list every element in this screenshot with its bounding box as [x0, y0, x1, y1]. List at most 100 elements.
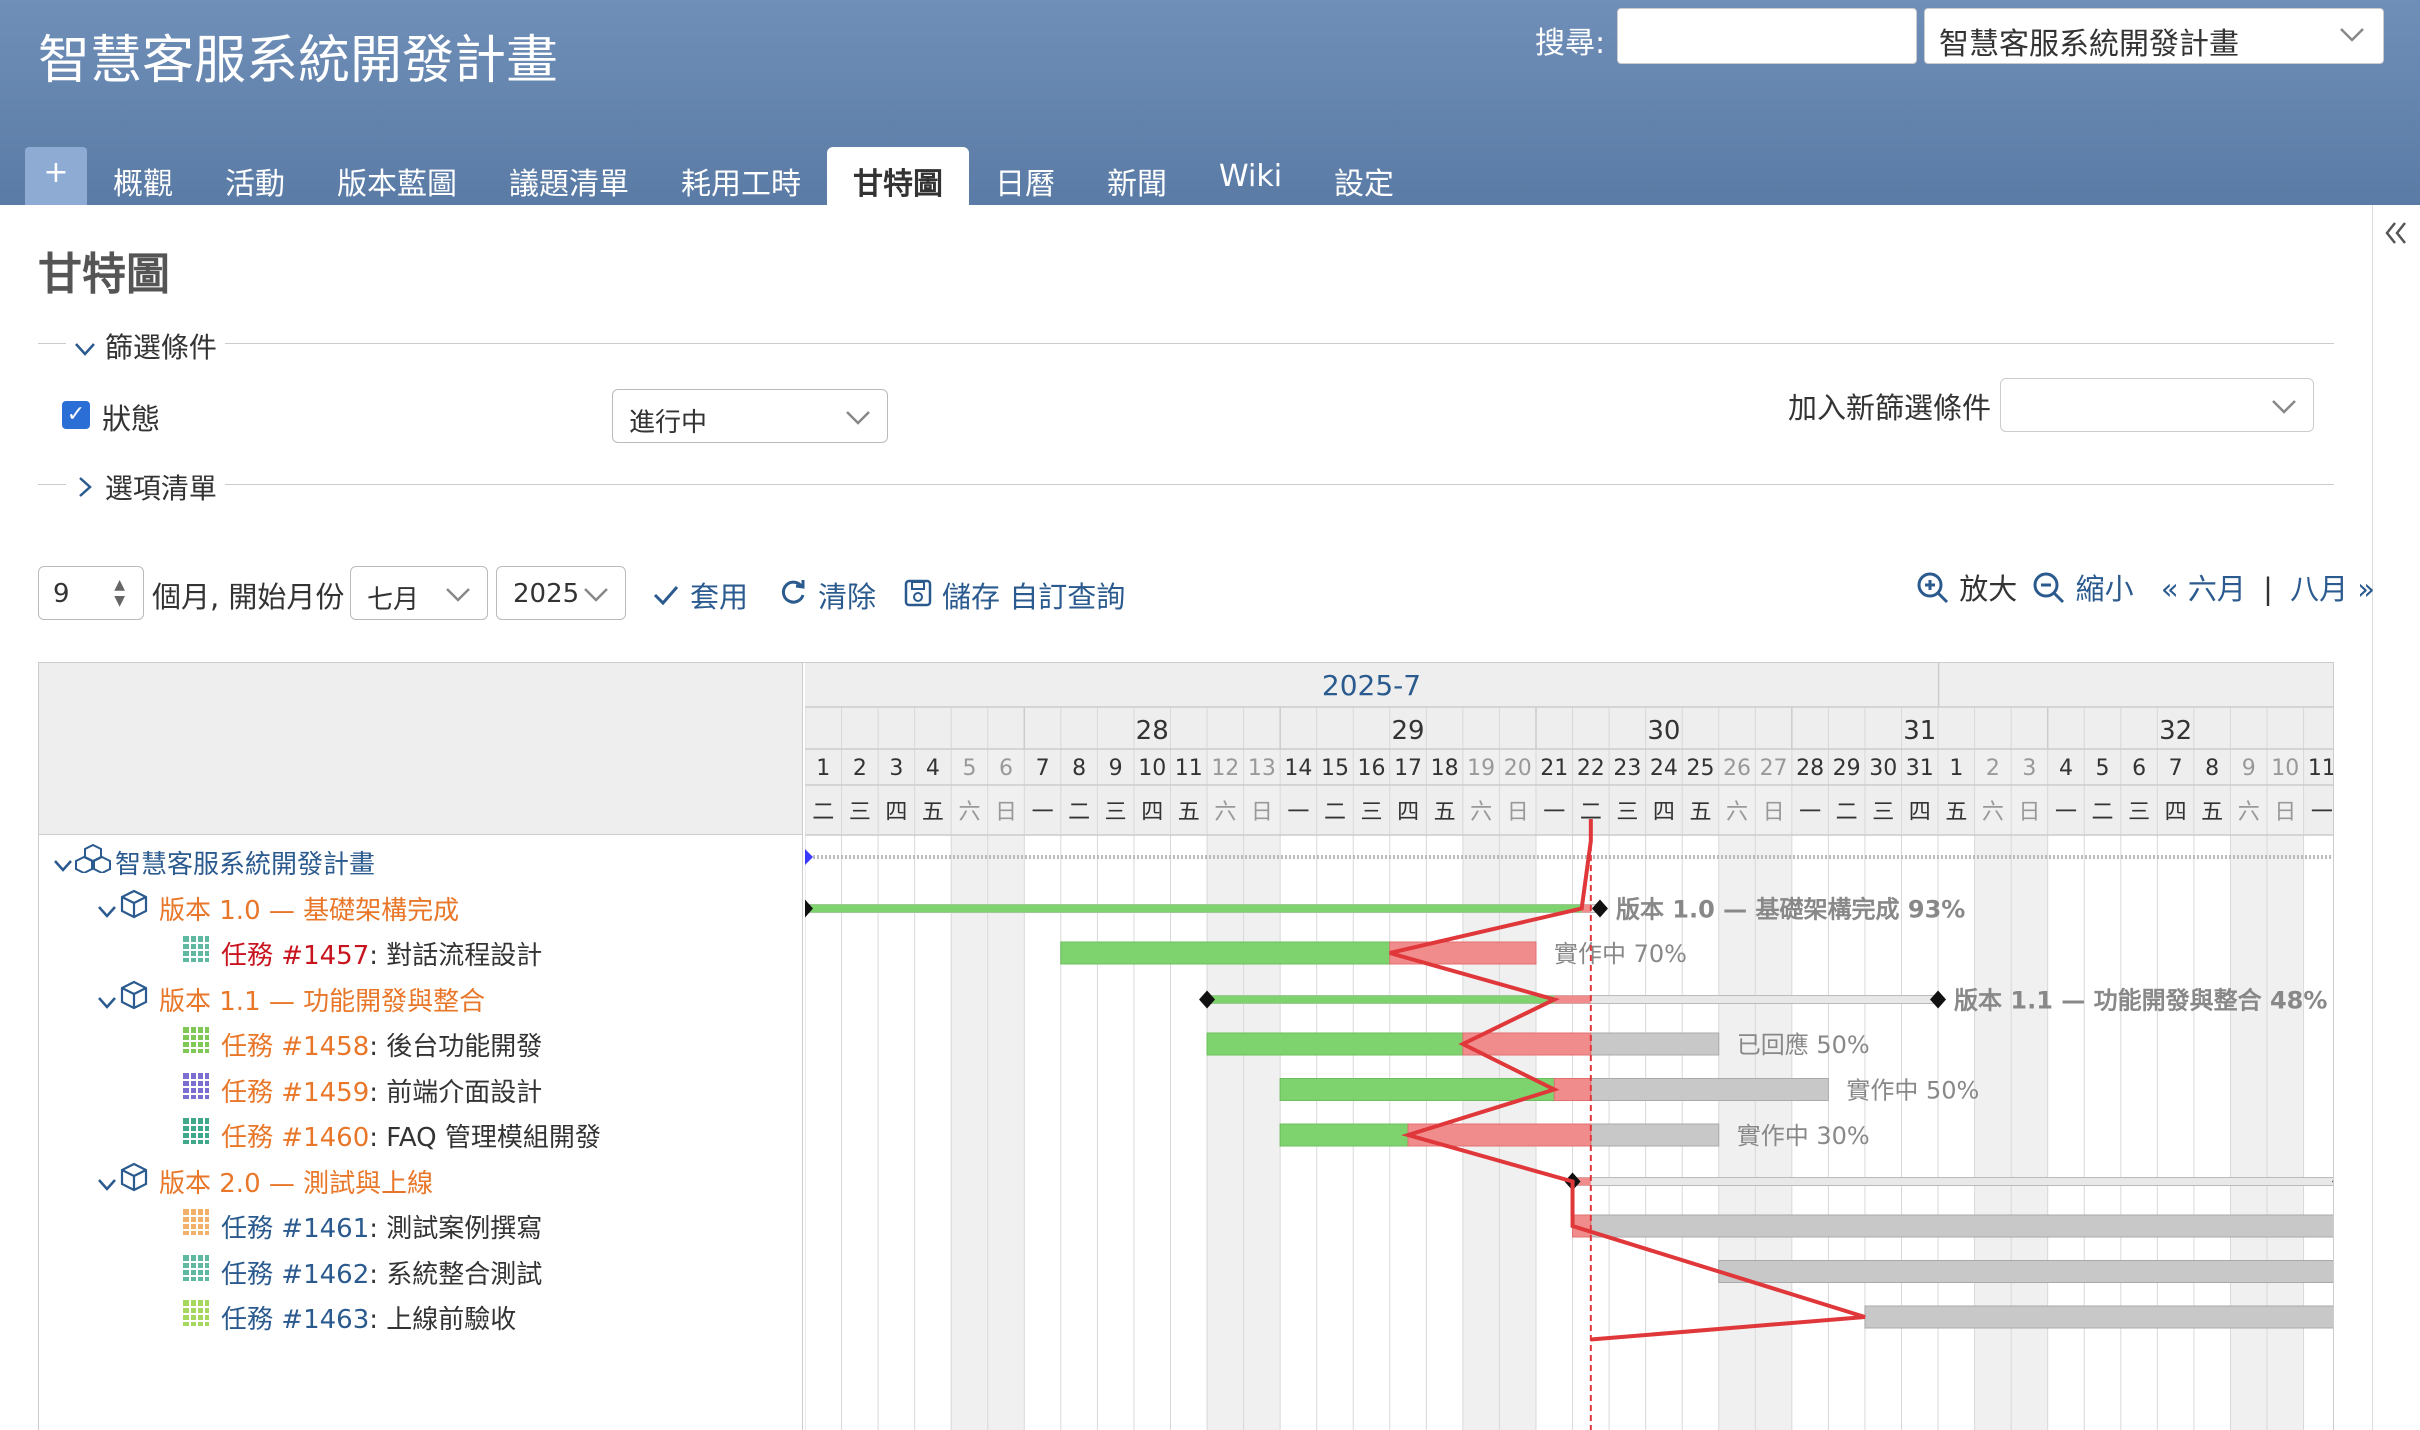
gantt-version-row[interactable]: 版本 1.0 — 基礎架構完成: [97, 889, 459, 929]
chevron-down-icon: [583, 581, 609, 609]
subjects-list: 智慧客服系統開發計畫版本 1.0 — 基礎架構完成任務 #1457: 對話流程設…: [39, 835, 803, 1430]
gantt-version-row[interactable]: 版本 2.0 — 測試與上線: [97, 1162, 433, 1202]
tab-4[interactable]: 議題清單: [483, 147, 655, 205]
clear-link[interactable]: 清除: [778, 574, 876, 616]
weekday-label: 三: [1616, 800, 1638, 825]
project-name[interactable]: 智慧客服系統開發計畫: [115, 850, 375, 880]
day-label: 9: [1109, 756, 1123, 781]
issue-link[interactable]: 任務 #1458: [221, 1032, 369, 1062]
weekday-label: 三: [1872, 800, 1894, 825]
task-tracker-icon: [181, 934, 211, 971]
gantt-svg: 2025-728 29 30 31 321二2三3四4五5六6日7一8二9三10四11五…: [805, 663, 2334, 1430]
day-label: 26: [1723, 756, 1751, 781]
day-label: 14: [1284, 756, 1312, 781]
options-divider: [38, 484, 2334, 485]
zoom-out-label: 縮小: [2075, 572, 2134, 606]
next-month-link[interactable]: 八月 »: [2290, 572, 2375, 606]
issue-bar-todo: [1572, 1214, 2333, 1238]
tab-6[interactable]: 甘特圖: [827, 147, 969, 205]
new-object-tab[interactable]: +: [25, 147, 87, 205]
day-label: 3: [2022, 756, 2036, 781]
start-month-select[interactable]: 七月: [350, 566, 488, 620]
weekday-label: 日: [2274, 800, 2296, 825]
start-year-select[interactable]: 2025: [496, 566, 626, 620]
tab-7[interactable]: 日曆: [969, 147, 1081, 205]
weekend-column: [1243, 749, 1281, 1430]
version-name[interactable]: 版本 1.1 — 功能開發與整合: [159, 987, 485, 1017]
filters-legend-toggle[interactable]: 篩選條件: [66, 326, 225, 366]
zoom-in-link[interactable]: 放大: [1916, 572, 2026, 606]
weekday-label: 四: [2165, 800, 2187, 825]
gantt-issue-row[interactable]: 任務 #1458: 後台功能開發: [181, 1025, 542, 1065]
version-name[interactable]: 版本 1.0 — 基礎架構完成: [159, 896, 459, 926]
zoom-out-link[interactable]: 縮小: [2032, 572, 2142, 606]
chevron-down-icon[interactable]: [97, 1173, 119, 1198]
weekday-label: 日: [2018, 800, 2040, 825]
issue-bar-label: 實作中 70%: [1554, 940, 1687, 968]
issue-link[interactable]: 任務 #1461: [221, 1214, 369, 1244]
tab-9[interactable]: Wiki: [1193, 147, 1308, 205]
issue-link[interactable]: 任務 #1460: [221, 1123, 369, 1153]
project-icon: [75, 843, 111, 880]
add-filter-label: 加入新篩選條件: [1788, 391, 1992, 425]
issue-id: #1460: [281, 1123, 370, 1153]
gantt-issue-row[interactable]: 任務 #1462: 系統整合測試: [181, 1253, 542, 1293]
tab-1[interactable]: 概觀: [87, 147, 199, 205]
issue-title: 對話流程設計: [386, 941, 543, 971]
weekday-label: 六: [1470, 800, 1492, 825]
issue-link[interactable]: 任務 #1459: [221, 1078, 369, 1108]
zoom-in-label: 放大: [1959, 572, 2018, 606]
gantt-issue-row[interactable]: 任務 #1457: 對話流程設計: [181, 934, 542, 974]
week-label: 32: [2159, 716, 2192, 746]
weekday-label: 一: [1543, 800, 1565, 825]
apply-link[interactable]: 套用: [652, 574, 748, 616]
project-jump-select[interactable]: 智慧客服系統開發計畫: [1924, 8, 2384, 64]
chevron-down-icon[interactable]: [53, 854, 75, 879]
tab-10[interactable]: 設定: [1308, 147, 1420, 205]
day-label: 16: [1358, 756, 1386, 781]
tab-5[interactable]: 耗用工時: [655, 147, 827, 205]
version-bar-label: 版本 1.1 — 功能開發與整合 48%: [1954, 987, 2327, 1015]
zoom-and-nav: 放大 縮小 « 六月 | 八月 »: [1916, 566, 2375, 608]
gantt-chart: 智慧客服系統開發計畫版本 1.0 — 基礎架構完成任務 #1457: 對話流程設…: [38, 662, 2334, 1430]
stepper-arrows-icon[interactable]: ▲ ▼: [114, 577, 125, 609]
issue-link[interactable]: 任務 #1463: [221, 1305, 369, 1335]
tab-3[interactable]: 版本藍圖: [311, 147, 483, 205]
add-filter-select[interactable]: [2000, 378, 2314, 432]
weekday-label: 四: [885, 800, 907, 825]
filters-legend-label: 篩選條件: [104, 331, 217, 364]
issue-colon: :: [369, 1032, 387, 1062]
weekday-label: 三: [1361, 800, 1383, 825]
status-filter-checkbox[interactable]: ✓: [62, 401, 90, 429]
prev-month-link[interactable]: « 六月: [2161, 572, 2246, 606]
version-name[interactable]: 版本 2.0 — 測試與上線: [159, 1169, 433, 1199]
tab-2[interactable]: 活動: [199, 147, 311, 205]
issue-colon: :: [369, 1123, 387, 1153]
months-number-input[interactable]: 9 ▲ ▼: [38, 566, 144, 620]
options-legend-toggle[interactable]: 選項清單: [66, 467, 225, 507]
gantt-project-row[interactable]: 智慧客服系統開發計畫: [53, 843, 375, 883]
gantt-version-row[interactable]: 版本 1.1 — 功能開發與整合: [97, 980, 485, 1020]
save-query-link[interactable]: 儲存 自訂查詢: [904, 574, 1125, 616]
gantt-issue-row[interactable]: 任務 #1460: FAQ 管理模組開發: [181, 1116, 601, 1156]
task-tracker-icon: [181, 1025, 211, 1062]
gantt-issue-row[interactable]: 任務 #1463: 上線前驗收: [181, 1298, 516, 1338]
search-input[interactable]: [1617, 8, 1917, 64]
day-label: 11: [2308, 756, 2334, 781]
issue-link[interactable]: 任務 #1457: [221, 941, 369, 971]
chevron-down-icon[interactable]: [97, 900, 119, 925]
gantt-issue-row[interactable]: 任務 #1459: 前端介面設計: [181, 1071, 542, 1111]
issue-bar-label: 實作中 50%: [1846, 1077, 1979, 1105]
tab-8[interactable]: 新聞: [1081, 147, 1193, 205]
day-label: 10: [1138, 756, 1166, 781]
day-label: 31: [1906, 756, 1934, 781]
weekend-column: [987, 749, 1025, 1430]
checkmark-icon: [652, 580, 680, 614]
gantt-issue-row[interactable]: 任務 #1461: 測試案例撰寫: [181, 1207, 542, 1247]
issue-link[interactable]: 任務 #1462: [221, 1260, 369, 1290]
issue-title: 測試案例撰寫: [386, 1214, 543, 1244]
status-filter-select[interactable]: 進行中: [612, 389, 888, 443]
chevron-down-icon[interactable]: [97, 991, 119, 1016]
weekday-label: 日: [1763, 800, 1785, 825]
double-chevron-left-icon[interactable]: [2382, 215, 2410, 256]
